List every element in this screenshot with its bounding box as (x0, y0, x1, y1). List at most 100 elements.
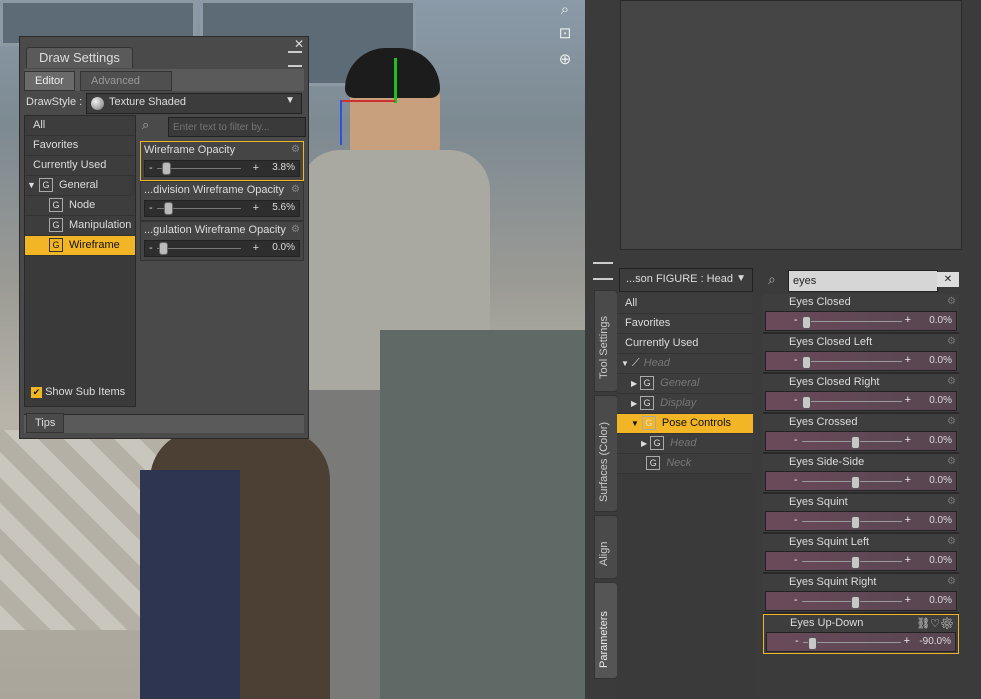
slider-knob[interactable] (162, 162, 172, 175)
gear-icon[interactable]: ⚙ (291, 184, 300, 195)
param-actions-icons[interactable]: ⛓♡⚙ (916, 617, 954, 630)
morph-param-8[interactable]: Eyes Up-Down ⛓♡⚙ - + -90.0% (763, 614, 959, 654)
increment-button[interactable]: + (905, 354, 911, 366)
decrement-button[interactable]: - (794, 474, 798, 486)
gear-icon[interactable]: ⚙ (947, 376, 956, 387)
decrement-button[interactable]: - (794, 394, 798, 406)
increment-button[interactable]: + (905, 394, 911, 406)
increment-button[interactable]: + (905, 314, 911, 326)
tree-group-general[interactable]: ▼ G General (25, 176, 129, 196)
slider-knob[interactable] (802, 356, 811, 369)
show-sub-items-checkbox[interactable]: ✔ Show Sub Items (31, 386, 125, 398)
tree-node[interactable]: ▶ G Head (617, 434, 753, 454)
wireframe-param-1[interactable]: ...division Wireframe Opacity ⚙ - +5.6% (140, 181, 304, 221)
search-icon[interactable]: ⌕ (555, 0, 575, 20)
morph-value[interactable]: 0.0% (929, 395, 952, 406)
tree-item-wireframe[interactable]: G Wireframe (25, 236, 135, 256)
increment-button[interactable]: + (253, 161, 259, 175)
increment-button[interactable]: + (253, 241, 259, 255)
morph-param-4[interactable]: Eyes Side-Side ⚙ - +0.0% (763, 454, 959, 494)
morph-slider[interactable]: - +0.0% (765, 551, 957, 571)
tab-advanced[interactable]: Advanced (80, 71, 172, 91)
morph-value[interactable]: 0.0% (929, 355, 952, 366)
decrement-button[interactable]: - (149, 161, 153, 175)
wireframe-param-2[interactable]: ...gulation Wireframe Opacity ⚙ - +0.0% (140, 221, 304, 261)
category-favorites[interactable]: Favorites (617, 314, 753, 334)
slider-knob[interactable] (851, 556, 860, 569)
morph-param-3[interactable]: Eyes Crossed ⚙ - +0.0% (763, 414, 959, 454)
morph-slider[interactable]: - + -90.0% (766, 632, 956, 652)
scope-select[interactable]: ...son FIGURE : Head ▼ (619, 268, 753, 292)
morph-value[interactable]: -90.0% (919, 636, 951, 647)
orbit-icon[interactable]: ⊕ (555, 50, 575, 70)
morph-param-7[interactable]: Eyes Squint Right ⚙ - +0.0% (763, 574, 959, 614)
decrement-button[interactable]: - (794, 354, 798, 366)
category-currently-used[interactable]: Currently Used (25, 156, 135, 176)
slider-knob[interactable] (807, 637, 817, 650)
slider-knob[interactable] (851, 436, 860, 449)
tree-node[interactable]: ▶ G Display (617, 394, 753, 414)
decrement-button[interactable]: - (794, 554, 798, 566)
gizmo-z-axis[interactable] (340, 100, 342, 145)
slider-knob[interactable] (802, 316, 811, 329)
category-all[interactable]: All (617, 294, 753, 314)
morph-param-6[interactable]: Eyes Squint Left ⚙ - +0.0% (763, 534, 959, 574)
morph-slider[interactable]: - +0.0% (765, 391, 957, 411)
clear-search-icon[interactable]: ✕ (937, 272, 959, 287)
category-currently-used[interactable]: Currently Used (617, 334, 753, 354)
morph-value[interactable]: 0.0% (929, 315, 952, 326)
tree-node[interactable]: G Neck (617, 454, 753, 474)
filter-input[interactable] (168, 117, 306, 137)
param-slider[interactable]: - +3.8% (144, 160, 300, 177)
tab-parameters[interactable]: Parameters (594, 582, 618, 679)
morph-value[interactable]: 0.0% (929, 555, 952, 566)
param-value[interactable]: 0.0% (272, 241, 295, 255)
morph-value[interactable]: 0.0% (929, 435, 952, 446)
slider-knob[interactable] (851, 476, 860, 489)
gear-icon[interactable]: ⚙ (947, 336, 956, 347)
increment-button[interactable]: + (905, 434, 911, 446)
gizmo-y-axis[interactable] (394, 58, 397, 103)
tree-node[interactable]: ▼ ⟋ Head (617, 354, 753, 374)
decrement-button[interactable]: - (149, 201, 153, 215)
slider-knob[interactable] (164, 202, 174, 215)
close-icon[interactable]: ✕ (294, 37, 304, 51)
decrement-button[interactable]: - (794, 434, 798, 446)
category-favorites[interactable]: Favorites (25, 136, 135, 156)
slider-knob[interactable] (851, 516, 860, 529)
gizmo-x-axis[interactable] (340, 100, 395, 102)
tab-editor[interactable]: Editor (24, 71, 75, 91)
morph-slider[interactable]: - +0.0% (765, 311, 957, 331)
morph-value[interactable]: 0.0% (929, 475, 952, 486)
decrement-button[interactable]: - (794, 514, 798, 526)
tree-node[interactable]: ▶ G General (617, 374, 753, 394)
tips-tab[interactable]: Tips (26, 413, 65, 433)
decrement-button[interactable]: - (149, 241, 153, 255)
tab-surfaces[interactable]: Surfaces (Color) (594, 395, 618, 512)
morph-slider[interactable]: - +0.0% (765, 351, 957, 371)
param-slider[interactable]: - +0.0% (144, 240, 300, 257)
morph-param-0[interactable]: Eyes Closed ⚙ - +0.0% (763, 294, 959, 334)
increment-button[interactable]: + (253, 201, 259, 215)
gear-icon[interactable]: ⚙ (947, 416, 956, 427)
decrement-button[interactable]: - (795, 635, 799, 647)
slider-knob[interactable] (802, 396, 811, 409)
parameter-search-input[interactable] (788, 270, 938, 292)
pane-menu-icon[interactable] (593, 262, 613, 280)
frame-icon[interactable]: ⊡ (555, 24, 575, 44)
tree-item-node-highlight[interactable]: GNode Highli... (25, 196, 135, 230)
gear-icon[interactable]: ⚙ (947, 296, 956, 307)
morph-slider[interactable]: - +0.0% (765, 591, 957, 611)
decrement-button[interactable]: - (794, 314, 798, 326)
tab-tool-settings[interactable]: Tool Settings (594, 290, 618, 392)
tree-item-manipulation[interactable]: G Manipulation (25, 216, 135, 236)
wireframe-param-0[interactable]: Wireframe Opacity ⚙ - +3.8% (140, 141, 304, 181)
gear-icon[interactable]: ⚙ (947, 536, 956, 547)
decrement-button[interactable]: - (794, 594, 798, 606)
morph-value[interactable]: 0.0% (929, 595, 952, 606)
tab-align[interactable]: Align (594, 515, 618, 579)
slider-knob[interactable] (851, 596, 860, 609)
tree-node[interactable]: ▼ G Pose Controls (617, 414, 753, 434)
increment-button[interactable]: + (905, 554, 911, 566)
gear-icon[interactable]: ⚙ (291, 144, 300, 155)
